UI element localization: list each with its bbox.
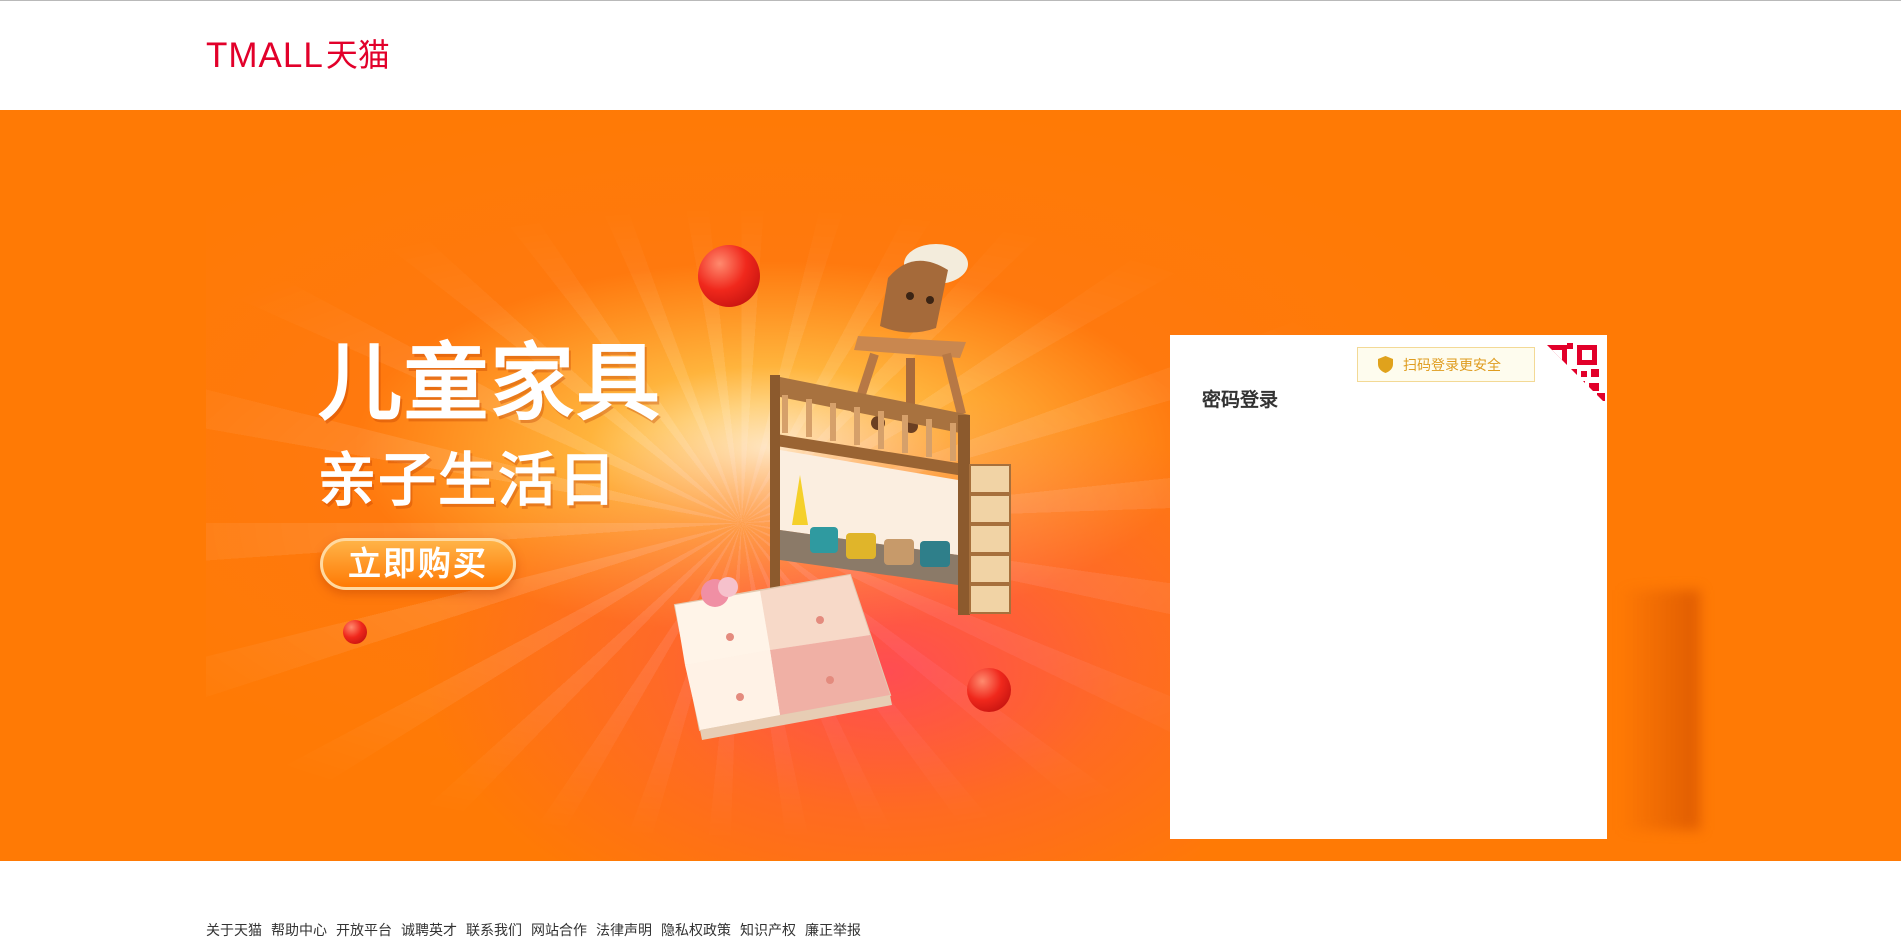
banner-headline: 儿童家具 [318,334,663,432]
banner-subheadline: 亲子生活日 [318,446,619,514]
qr-code-icon[interactable] [1537,335,1607,405]
footer-link-privacy[interactable]: 隐私权政策 [661,922,731,940]
qr-tip-text: 扫码登录更安全 [1403,357,1501,374]
footer-links: 关于天猫 帮助中心 开放平台 诚聘英才 联系我们 网站合作 法律声明 隐私权政策… [206,922,870,940]
header: TMALL 天猫 [0,1,1901,110]
footer-link-partners[interactable]: 网站合作 [531,922,587,940]
login-panel: 密码登录 扫码登录更安全 [1170,335,1607,839]
footer-link-legal[interactable]: 法律声明 [596,922,652,940]
logo-cn-text: 天猫 [325,36,390,74]
footer-link-contact[interactable]: 联系我们 [466,922,522,940]
kids-dresser-image [673,573,892,740]
footer-link-careers[interactable]: 诚聘英才 [401,922,457,940]
banner-shade [1620,590,1700,830]
footer-link-about[interactable]: 关于天猫 [206,922,262,940]
buy-now-button[interactable]: 立即购买 [320,538,516,590]
decor-ball [967,668,1011,712]
promo-banner[interactable]: 儿童家具 亲子生活日 立即购买 密码登录 扫码登录更安全 [0,110,1901,861]
qr-login-tip[interactable]: 扫码登录更安全 [1357,347,1535,382]
tmall-logo[interactable]: TMALL 天猫 [206,36,390,75]
footer-link-integrity[interactable]: 廉正举报 [805,922,861,940]
footer-link-open-platform[interactable]: 开放平台 [336,922,392,940]
password-login-title: 密码登录 [1202,389,1279,411]
shield-icon [1378,356,1393,373]
logo-latin-text: TMALL [206,36,324,75]
footer-link-ip[interactable]: 知识产权 [740,922,796,940]
footer-link-help[interactable]: 帮助中心 [271,922,327,940]
decor-ball [343,620,367,644]
decor-ball [698,245,760,307]
